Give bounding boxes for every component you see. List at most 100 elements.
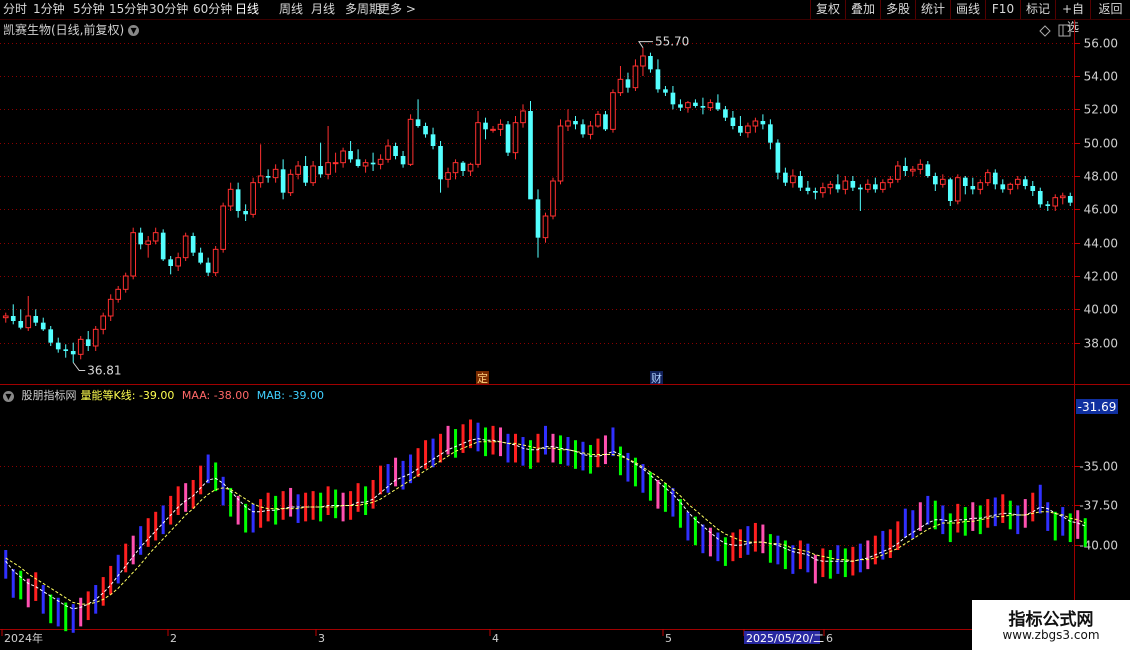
candle-body (865, 183, 871, 190)
candle-body (107, 298, 114, 317)
indicator-bar (581, 441, 585, 471)
candle-body (947, 179, 953, 201)
dropdown-icon[interactable]: ▼ (3, 390, 14, 402)
candle-body (505, 124, 511, 153)
indicator-bar (656, 479, 660, 509)
candle-body (10, 316, 16, 321)
indicator-bar (139, 526, 143, 555)
candle-body (1000, 184, 1006, 190)
low-marker-line (72, 362, 86, 371)
candle-body (280, 169, 286, 193)
indicator-bar (311, 491, 315, 520)
indicator-bar (618, 446, 622, 476)
high-price-label: 55.70 (655, 35, 689, 49)
candle-body (295, 165, 301, 175)
indicator-bar (94, 585, 98, 614)
candle-body (775, 142, 781, 173)
indicator-bar (1046, 502, 1050, 531)
candle-body (723, 109, 728, 118)
indicator-bar (454, 429, 458, 458)
indicator-bar (1061, 507, 1065, 536)
candle-body (738, 126, 743, 133)
candle-body (393, 146, 398, 156)
indicator-bar (11, 569, 15, 598)
candle-body (438, 146, 443, 180)
indicator-bar (259, 499, 263, 528)
candle-body (550, 180, 556, 217)
candle-body (858, 187, 863, 190)
indicator-bar (993, 497, 997, 527)
indicator-name[interactable]: 量能等K线 (81, 389, 132, 402)
candle-body (903, 166, 908, 171)
indicator-bar (566, 437, 570, 466)
candle-body (655, 69, 661, 90)
candle-body (303, 166, 308, 183)
candle-body (175, 257, 181, 267)
candle-body (205, 262, 211, 273)
indicator-bar (439, 433, 443, 463)
indicator-bar (116, 554, 120, 584)
candle-body (25, 315, 32, 329)
indicator-bar (911, 510, 915, 539)
candle-body (873, 184, 878, 190)
candle-body (1059, 195, 1066, 199)
time-tick-label: 6 (826, 632, 833, 645)
candle-body (370, 162, 376, 165)
indicator-bar (176, 486, 180, 515)
candle-body (1052, 197, 1059, 207)
candle-body (887, 178, 894, 184)
candle-body (648, 56, 653, 70)
candle-body (152, 232, 159, 242)
candle-body (1067, 196, 1073, 203)
candle-body (92, 328, 99, 347)
candle-body (250, 182, 256, 215)
time-tick-label: 3 (318, 632, 325, 645)
candle-body (490, 128, 496, 131)
candle-body (40, 322, 46, 330)
stock-title[interactable]: 凯赛生物(日线,前复权) ▼ (3, 21, 140, 38)
indicator-bar (281, 491, 285, 520)
indicator-value: -39.00 (138, 389, 175, 402)
window-icon (1058, 24, 1071, 37)
candle-body (790, 175, 796, 184)
indicator-bar (873, 535, 877, 565)
candle-body (1030, 186, 1036, 191)
indicator-bar (986, 499, 990, 528)
candle-body (415, 119, 421, 126)
dropdown-icon[interactable]: ▼ (128, 25, 140, 36)
indicator-bar (858, 543, 862, 573)
indicator-bar (596, 438, 600, 468)
candle-body (33, 316, 39, 323)
candle-body (610, 92, 616, 130)
indicator-source: 股朋指标网 (21, 389, 77, 402)
indicator-bar (476, 422, 480, 452)
candle-body (970, 186, 976, 190)
candle-body (130, 232, 137, 277)
candle-body (535, 199, 541, 238)
candle-body (670, 92, 676, 105)
candle-body (310, 165, 316, 184)
indicator-bar (416, 448, 420, 477)
indicator-bar (903, 508, 907, 538)
indicator-bar (184, 483, 188, 512)
indicator-bar (506, 433, 510, 463)
indicator-bar (4, 550, 8, 579)
candle-body (895, 165, 901, 180)
candle-body (939, 178, 946, 185)
candle-body (827, 183, 834, 189)
candle-body (520, 110, 526, 124)
candle-body (190, 236, 196, 253)
candle-body (182, 235, 189, 259)
indicator-bar (626, 452, 630, 482)
indicator-bar (1001, 494, 1005, 523)
candle-body (685, 102, 691, 109)
indicator-bar (19, 570, 23, 600)
candle-body (984, 172, 991, 184)
indicator-bar (821, 548, 825, 578)
candle-body (430, 134, 436, 146)
candle-body (707, 102, 714, 109)
indicator-bar (289, 487, 293, 517)
indicator-bar (169, 495, 173, 525)
candle-body (954, 177, 961, 202)
stock-title-text: 凯赛生物(日线,前复权) (3, 23, 125, 37)
